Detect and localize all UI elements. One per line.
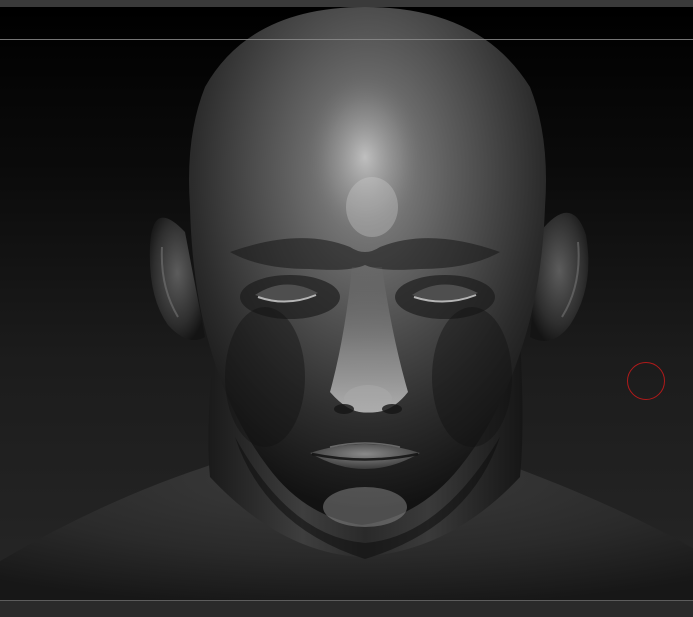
brush-cursor-icon bbox=[627, 362, 665, 400]
head-model[interactable] bbox=[0, 7, 693, 600]
sculpt-app-window bbox=[0, 0, 693, 617]
viewport-guide-line bbox=[0, 39, 693, 40]
3d-viewport[interactable] bbox=[0, 7, 693, 600]
bottom-status-strip bbox=[0, 600, 693, 617]
